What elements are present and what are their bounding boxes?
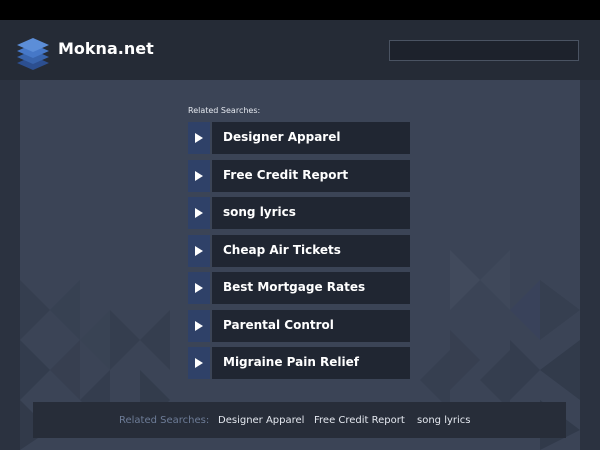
- link-box[interactable]: Designer Apparel: [212, 122, 410, 154]
- related-link-song-lyrics[interactable]: song lyrics: [188, 197, 410, 229]
- related-links-list: Designer Apparel Free Credit Report song…: [188, 122, 410, 385]
- play-arrow-icon: [195, 358, 203, 368]
- link-label[interactable]: Designer Apparel: [223, 130, 340, 145]
- link-label[interactable]: Parental Control: [223, 318, 334, 333]
- link-label[interactable]: Migraine Pain Relief: [223, 355, 359, 370]
- link-box[interactable]: Free Credit Report: [212, 159, 410, 192]
- link-box[interactable]: song lyrics: [212, 197, 410, 229]
- related-link-migraine-pain-relief[interactable]: Migraine Pain Relief: [188, 347, 410, 379]
- site-name[interactable]: Mokna.net: [58, 39, 154, 59]
- arrow-button[interactable]: [188, 347, 210, 379]
- link-label[interactable]: Cheap Air Tickets: [223, 243, 341, 258]
- footer-link-designer-apparel[interactable]: Designer Apparel: [218, 414, 304, 427]
- arrow-button[interactable]: [188, 197, 210, 229]
- arrow-button[interactable]: [188, 272, 210, 304]
- main-panel: Related Searches: Designer Apparel Free …: [20, 80, 580, 450]
- play-arrow-icon: [195, 320, 203, 331]
- search-input[interactable]: [389, 40, 579, 61]
- arrow-button[interactable]: [188, 309, 210, 342]
- footer-link-song-lyrics[interactable]: song lyrics: [417, 414, 471, 427]
- footer-related-label: Related Searches:: [119, 415, 210, 426]
- top-strip: [0, 0, 600, 20]
- arrow-button[interactable]: [188, 159, 210, 192]
- site-header: Mokna.net: [0, 20, 600, 80]
- stacked-layers-icon[interactable]: [16, 32, 50, 70]
- link-label[interactable]: Best Mortgage Rates: [223, 280, 365, 295]
- play-arrow-icon: [195, 245, 203, 256]
- link-box[interactable]: Migraine Pain Relief: [212, 347, 410, 379]
- related-searches-label: Related Searches:: [188, 106, 261, 115]
- related-link-free-credit-report[interactable]: Free Credit Report: [188, 159, 410, 192]
- play-arrow-icon: [195, 283, 203, 293]
- related-link-best-mortgage-rates[interactable]: Best Mortgage Rates: [188, 272, 410, 304]
- link-box[interactable]: Cheap Air Tickets: [212, 234, 410, 267]
- related-link-parental-control[interactable]: Parental Control: [188, 309, 410, 342]
- arrow-button[interactable]: [188, 122, 210, 154]
- link-box[interactable]: Parental Control: [212, 309, 410, 342]
- arrow-button[interactable]: [188, 234, 210, 267]
- link-label[interactable]: song lyrics: [223, 205, 296, 220]
- play-arrow-icon: [195, 208, 203, 218]
- footer-link-free-credit-report[interactable]: Free Credit Report: [314, 414, 405, 427]
- footer-bar: Related Searches: Designer Apparel Free …: [33, 402, 566, 438]
- related-link-cheap-air-tickets[interactable]: Cheap Air Tickets: [188, 234, 410, 267]
- link-label[interactable]: Free Credit Report: [223, 168, 348, 183]
- play-arrow-icon: [195, 170, 203, 181]
- link-box[interactable]: Best Mortgage Rates: [212, 272, 410, 304]
- related-link-designer-apparel[interactable]: Designer Apparel: [188, 122, 410, 154]
- play-arrow-icon: [195, 133, 203, 143]
